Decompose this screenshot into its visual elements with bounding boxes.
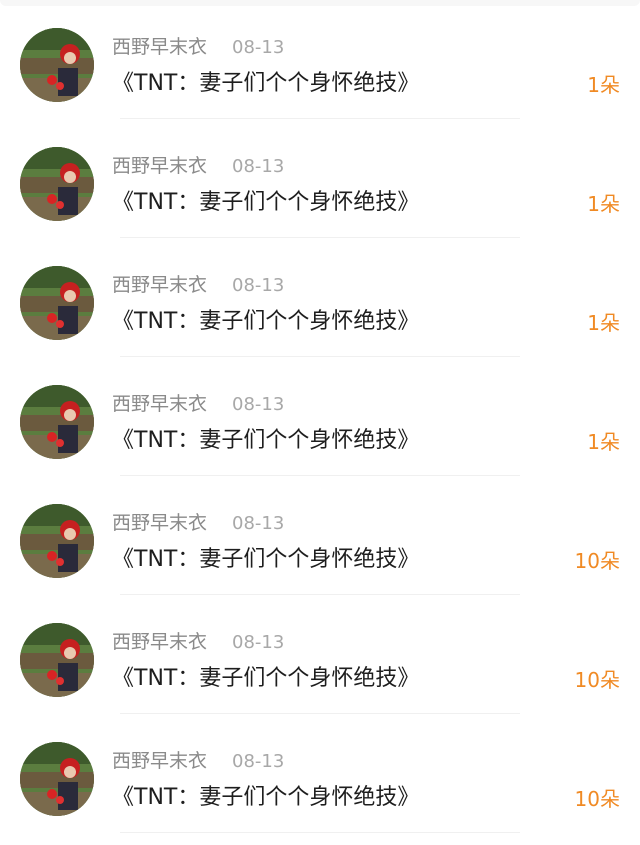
flower-count: 1朵 (587, 192, 620, 216)
flower-count: 1朵 (587, 311, 620, 335)
avatar-photo-icon (20, 147, 94, 221)
avatar-photo-icon (20, 28, 94, 102)
divider (120, 832, 520, 833)
avatar[interactable] (20, 147, 94, 221)
avatar-photo-icon (20, 623, 94, 697)
flower-count: 1朵 (587, 73, 620, 97)
avatar-photo-icon (20, 504, 94, 578)
book-title[interactable]: 《TNT：妻子们个个身怀绝技》 (112, 546, 419, 574)
avatar-photo-icon (20, 742, 94, 816)
user-name[interactable]: 西野早末衣 (112, 511, 207, 535)
book-title[interactable]: 《TNT：妻子们个个身怀绝技》 (112, 189, 419, 217)
date-label: 08-13 (232, 751, 285, 772)
avatar[interactable] (20, 623, 94, 697)
user-name[interactable]: 西野早末衣 (112, 392, 207, 416)
avatar[interactable] (20, 28, 94, 102)
date-label: 08-13 (232, 156, 285, 177)
list-item[interactable]: 西野早末衣 08-13 《TNT：妻子们个个身怀绝技》 10朵 (0, 595, 640, 714)
book-title[interactable]: 《TNT：妻子们个个身怀绝技》 (112, 784, 419, 812)
user-name[interactable]: 西野早末衣 (112, 273, 207, 297)
gift-record-list: 西野早末衣 08-13 《TNT：妻子们个个身怀绝技》 1朵 西野早末衣 08-… (0, 0, 640, 845)
book-title[interactable]: 《TNT：妻子们个个身怀绝技》 (112, 308, 419, 336)
date-label: 08-13 (232, 37, 285, 58)
date-label: 08-13 (232, 275, 285, 296)
user-name[interactable]: 西野早末衣 (112, 630, 207, 654)
list-item[interactable]: 西野早末衣 08-13 《TNT：妻子们个个身怀绝技》 1朵 (0, 357, 640, 476)
book-title[interactable]: 《TNT：妻子们个个身怀绝技》 (112, 70, 419, 98)
flower-count: 10朵 (574, 787, 620, 811)
list-item[interactable]: 西野早末衣 08-13 《TNT：妻子们个个身怀绝技》 1朵 (0, 238, 640, 357)
avatar[interactable] (20, 742, 94, 816)
list-item[interactable]: 西野早末衣 08-13 《TNT：妻子们个个身怀绝技》 10朵 (0, 714, 640, 833)
book-title[interactable]: 《TNT：妻子们个个身怀绝技》 (112, 427, 419, 455)
date-label: 08-13 (232, 513, 285, 534)
user-name[interactable]: 西野早末衣 (112, 749, 207, 773)
list-item[interactable]: 西野早末衣 08-13 《TNT：妻子们个个身怀绝技》 1朵 (0, 119, 640, 238)
avatar-photo-icon (20, 266, 94, 340)
user-name[interactable]: 西野早末衣 (112, 154, 207, 178)
date-label: 08-13 (232, 632, 285, 653)
list-item[interactable]: 西野早末衣 08-13 《TNT：妻子们个个身怀绝技》 1朵 (0, 0, 640, 119)
date-label: 08-13 (232, 394, 285, 415)
user-name[interactable]: 西野早末衣 (112, 35, 207, 59)
avatar-photo-icon (20, 385, 94, 459)
flower-count: 10朵 (574, 549, 620, 573)
flower-count: 10朵 (574, 668, 620, 692)
flower-count: 1朵 (587, 430, 620, 454)
list-item[interactable]: 西野早末衣 08-13 《TNT：妻子们个个身怀绝技》 10朵 (0, 476, 640, 595)
avatar[interactable] (20, 504, 94, 578)
avatar[interactable] (20, 385, 94, 459)
avatar[interactable] (20, 266, 94, 340)
book-title[interactable]: 《TNT：妻子们个个身怀绝技》 (112, 665, 419, 693)
